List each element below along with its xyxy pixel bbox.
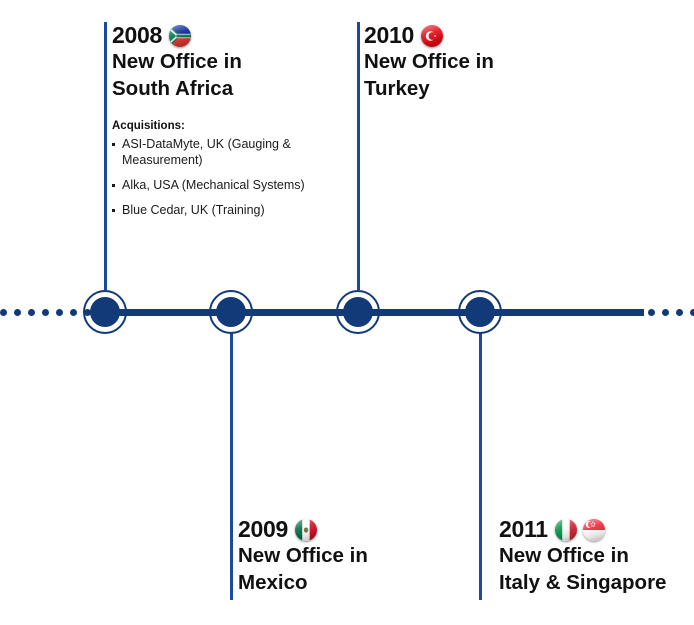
acquisitions-list: ASI-DataMyte, UK (Gauging & Measurement)… [112,136,337,218]
timeline-node-2009[interactable] [209,290,253,334]
node-core [216,297,246,327]
turkey-flag-icon [420,24,443,47]
timeline-event-2008: 2008 New Office in South Africa Acquisit… [112,24,337,227]
timeline-event-2011: 2011 New Office in Italy & Singapore [499,518,666,595]
connector-2011 [479,332,482,600]
acquisitions-heading: Acquisitions: [112,120,185,133]
axis-dot [28,309,35,316]
timeline-axis-dots-right [648,309,694,316]
node-core [465,297,495,327]
timeline-diagram: 2008 New Office in South Africa Acquisit… [0,0,694,625]
event-title-line2-2008: South Africa [112,77,234,101]
event-flags-2011 [554,518,605,541]
axis-dot [662,309,669,316]
timeline-node-2011[interactable] [458,290,502,334]
timeline-node-2008[interactable] [83,290,127,334]
axis-dot [56,309,63,316]
event-year-2011: 2011 [499,516,548,542]
connector-2009 [230,332,233,600]
axis-dot [690,309,694,316]
axis-dot [42,309,49,316]
event-header-2011: 2011 [499,518,666,541]
event-title-line1-2011: New Office in [499,544,629,567]
event-title-line2-2011: Italy & Singapore [499,571,667,595]
event-year-2008: 2008 [112,22,162,48]
event-title-line2-2010: Turkey [364,77,430,101]
event-year-2009: 2009 [238,516,288,542]
timeline-axis-dots-left [0,309,91,316]
axis-dot [648,309,655,316]
axis-dot [676,309,683,316]
event-title-line2-2009: Mexico [238,571,308,595]
acquisition-item: Alka, USA (Mechanical Systems) [112,177,337,193]
event-title-line1-2010: New Office in [364,50,494,73]
event-title-line1-2008: New Office in [112,50,242,73]
event-flags-2010 [420,24,443,47]
event-flags-2009 [294,518,317,541]
axis-dot [70,309,77,316]
acquisition-item: Blue Cedar, UK (Training) [112,202,337,218]
axis-dot [14,309,21,316]
acquisition-item: ASI-DataMyte, UK (Gauging & Measurement) [112,136,337,168]
event-header-2010: 2010 [364,24,494,47]
singapore-flag-icon [582,518,605,541]
timeline-node-2010[interactable] [336,290,380,334]
timeline-event-2009: 2009 New Office in Mexico [238,518,368,595]
node-core [343,297,373,327]
event-title-line1-2009: New Office in [238,544,368,567]
timeline-event-2010: 2010 New Office in Turkey [364,24,494,101]
mexico-flag-icon [294,518,317,541]
event-header-2008: 2008 [112,24,337,47]
node-core [90,297,120,327]
event-year-2010: 2010 [364,22,414,48]
south-africa-flag-icon [168,24,191,47]
event-flags-2008 [168,24,191,47]
italy-flag-icon [554,518,577,541]
event-header-2009: 2009 [238,518,368,541]
acquisitions-section-2008: Acquisitions: ASI-DataMyte, UK (Gauging … [112,120,337,218]
axis-dot [0,309,7,316]
connector-2008 [104,22,107,290]
connector-2010 [357,22,360,290]
